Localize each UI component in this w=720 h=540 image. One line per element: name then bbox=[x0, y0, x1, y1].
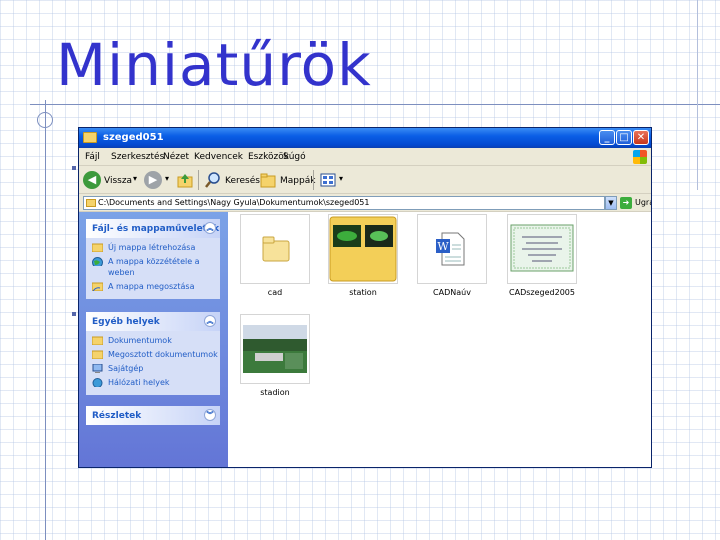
explorer-content: Fájl- és mappaműveletek ︽ Új mappa létre… bbox=[79, 212, 651, 467]
file-view: cad station W CADNaúv CADszeged2005 stad… bbox=[228, 212, 651, 467]
close-button[interactable]: ✕ bbox=[633, 130, 649, 145]
search-button-label[interactable]: Keresés bbox=[225, 176, 260, 186]
menu-file[interactable]: Fájl bbox=[85, 152, 100, 162]
globe-icon bbox=[92, 257, 103, 266]
toolbar-separator bbox=[313, 170, 314, 190]
folders-icon[interactable] bbox=[259, 171, 277, 189]
file-name[interactable]: station bbox=[323, 288, 403, 297]
menu-view[interactable]: Nézet bbox=[163, 152, 189, 162]
file-thumbnail[interactable] bbox=[240, 314, 310, 384]
file-tasks-title: Fájl- és mappaműveletek bbox=[92, 224, 220, 234]
task-share-folder-label: A mappa megosztása bbox=[108, 282, 195, 291]
folder-icon bbox=[86, 199, 96, 207]
documents-folder-icon bbox=[92, 336, 103, 345]
folder-preview-icon bbox=[329, 216, 397, 282]
folder-icon bbox=[83, 132, 97, 143]
toolbar: ◀ Vissza ▾ ▶ ▾ Keresés Mappák ▾ bbox=[79, 166, 651, 194]
minimize-button[interactable]: _ bbox=[599, 130, 615, 145]
task-new-folder[interactable]: Új mappa létrehozása bbox=[92, 242, 220, 253]
back-arrow-icon[interactable]: ◀ bbox=[83, 171, 101, 189]
file-thumbnail[interactable] bbox=[240, 214, 310, 284]
address-bar: C:\Documents and Settings\Nagy Gyula\Dok… bbox=[79, 194, 651, 212]
file-tasks-header[interactable]: Fájl- és mappaműveletek ︽ bbox=[86, 219, 220, 238]
word-document-icon: W bbox=[436, 232, 465, 266]
folders-button-label[interactable]: Mappák bbox=[280, 176, 315, 186]
task-new-folder-label: Új mappa létrehozása bbox=[108, 243, 196, 252]
new-folder-icon bbox=[92, 243, 103, 252]
menu-favorites[interactable]: Kedvencek bbox=[194, 152, 243, 162]
slide-decor-circle bbox=[37, 112, 53, 128]
task-pane: Fájl- és mappaműveletek ︽ Új mappa létre… bbox=[79, 212, 228, 467]
other-places-body: Dokumentumok Megosztott dokumentumok Saj… bbox=[86, 331, 220, 395]
menu-help[interactable]: Súgó bbox=[283, 152, 306, 162]
file-thumbnail[interactable]: W bbox=[417, 214, 487, 284]
details-header[interactable]: Részletek ︾ bbox=[86, 406, 220, 425]
back-dropdown-icon[interactable]: ▾ bbox=[133, 174, 137, 183]
chevron-down-icon[interactable]: ︾ bbox=[204, 409, 216, 421]
other-places-panel: Egyéb helyek ︽ Dokumentumok Megosztott d… bbox=[86, 312, 220, 395]
window-titlebar[interactable]: szeged051 _ □ ✕ bbox=[79, 128, 651, 148]
address-path: C:\Documents and Settings\Nagy Gyula\Dok… bbox=[98, 198, 370, 207]
place-documents-label: Dokumentumok bbox=[108, 336, 172, 345]
other-places-title: Egyéb helyek bbox=[92, 317, 160, 327]
task-publish-web[interactable]: A mappa közzététele a weben bbox=[92, 256, 220, 278]
address-input[interactable]: C:\Documents and Settings\Nagy Gyula\Dok… bbox=[83, 196, 605, 210]
other-places-header[interactable]: Egyéb helyek ︽ bbox=[86, 312, 220, 331]
slide-bullet bbox=[72, 312, 76, 316]
file-name[interactable]: stadion bbox=[235, 388, 315, 397]
computer-icon bbox=[92, 364, 103, 373]
back-button-label[interactable]: Vissza bbox=[104, 176, 132, 186]
network-places-icon bbox=[92, 378, 103, 387]
file-tasks-panel: Fájl- és mappaműveletek ︽ Új mappa létre… bbox=[86, 219, 220, 299]
address-dropdown-icon[interactable]: ▼ bbox=[605, 196, 617, 210]
forward-arrow-icon[interactable]: ▶ bbox=[144, 171, 162, 189]
place-shared-documents-label: Megosztott dokumentumok bbox=[108, 350, 218, 359]
task-publish-web-label: A mappa közzététele a weben bbox=[108, 257, 200, 277]
chevron-up-icon[interactable]: ︽ bbox=[204, 315, 216, 327]
task-share-folder[interactable]: A mappa megosztása bbox=[92, 281, 220, 292]
place-network-label: Hálózati helyek bbox=[108, 378, 170, 387]
views-dropdown-icon[interactable]: ▾ bbox=[339, 174, 343, 183]
details-title: Részletek bbox=[92, 411, 142, 421]
place-network[interactable]: Hálózati helyek bbox=[92, 377, 220, 388]
slide-rule-horizontal bbox=[30, 104, 720, 105]
place-shared-documents[interactable]: Megosztott dokumentumok bbox=[92, 349, 220, 360]
file-name[interactable]: CADNaúv bbox=[412, 288, 492, 297]
file-name[interactable]: cad bbox=[235, 288, 315, 297]
slide-title: Miniatűrök bbox=[56, 31, 372, 99]
shared-folder-icon bbox=[92, 282, 103, 291]
shared-documents-icon bbox=[92, 350, 103, 359]
slide-rule-vertical-right bbox=[697, 0, 698, 190]
slide-bullet bbox=[72, 166, 76, 170]
place-my-computer-label: Sajátgép bbox=[108, 364, 144, 373]
chevron-up-icon[interactable]: ︽ bbox=[204, 222, 216, 234]
file-thumbnail[interactable] bbox=[507, 214, 577, 284]
toolbar-separator bbox=[198, 170, 199, 190]
place-documents[interactable]: Dokumentumok bbox=[92, 335, 220, 346]
file-thumbnail[interactable] bbox=[328, 214, 398, 284]
menu-edit[interactable]: Szerkesztés bbox=[111, 152, 164, 162]
maximize-button[interactable]: □ bbox=[616, 130, 632, 145]
views-icon[interactable] bbox=[319, 171, 337, 189]
file-name[interactable]: CADszeged2005 bbox=[502, 288, 582, 297]
menu-bar: Fájl Szerkesztés Nézet Kedvencek Eszközö… bbox=[79, 148, 651, 166]
image-preview-icon bbox=[243, 325, 307, 373]
image-preview-icon bbox=[510, 224, 574, 272]
go-button-label[interactable]: Ugrás bbox=[635, 198, 651, 207]
window-title: szeged051 bbox=[103, 132, 164, 143]
folder-icon bbox=[262, 236, 290, 262]
slide-rule-vertical bbox=[45, 100, 46, 540]
svg-text:W: W bbox=[437, 240, 449, 253]
up-folder-icon[interactable] bbox=[176, 171, 194, 189]
go-arrow-icon[interactable]: ➜ bbox=[620, 197, 632, 209]
search-icon[interactable] bbox=[204, 171, 222, 189]
windows-logo-icon bbox=[633, 150, 647, 164]
place-my-computer[interactable]: Sajátgép bbox=[92, 363, 220, 374]
explorer-window: szeged051 _ □ ✕ Fájl Szerkesztés Nézet K… bbox=[78, 127, 652, 468]
forward-dropdown-icon[interactable]: ▾ bbox=[165, 174, 169, 183]
details-panel: Részletek ︾ bbox=[86, 406, 220, 425]
file-tasks-body: Új mappa létrehozása A mappa közzététele… bbox=[86, 238, 220, 299]
